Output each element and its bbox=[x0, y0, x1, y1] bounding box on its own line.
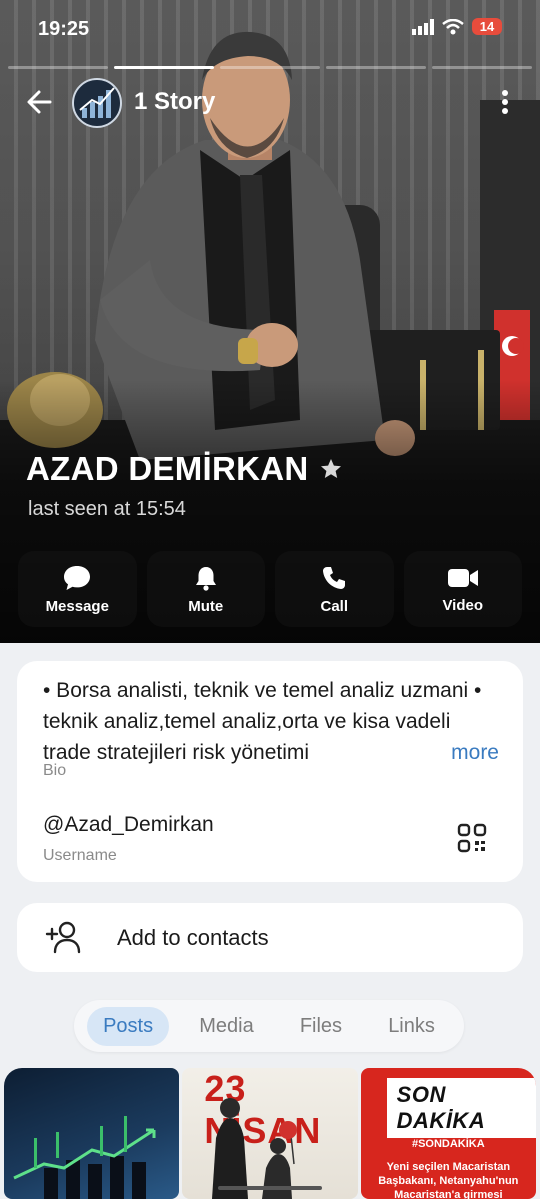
call-button-label: Call bbox=[320, 597, 348, 615]
post-thumbnail[interactable]: SON DAKİKA #SONDAKİKA Yeni seçilen Macar… bbox=[360, 1068, 536, 1199]
tab-files[interactable]: Files bbox=[284, 1007, 358, 1046]
breaking-news-badge: SON DAKİKA bbox=[386, 1078, 536, 1138]
profile-name: AZAD DEMİRKAN bbox=[26, 450, 309, 487]
post-thumbnail[interactable] bbox=[4, 1068, 180, 1199]
video-button[interactable]: Video bbox=[403, 551, 522, 627]
star-icon[interactable] bbox=[319, 457, 343, 481]
historical-photo-image bbox=[212, 1098, 298, 1199]
message-button-label: Message bbox=[45, 597, 109, 615]
mute-button-label: Mute bbox=[188, 597, 224, 615]
story-avatar[interactable] bbox=[72, 78, 122, 128]
story-progress bbox=[8, 66, 532, 69]
action-row: Message Mute Call Video bbox=[18, 551, 522, 627]
story-progress-segment bbox=[326, 66, 426, 69]
message-button[interactable]: Message bbox=[18, 551, 137, 627]
arrow-left-icon bbox=[27, 90, 52, 114]
news-hashtag: #SONDAKİKA bbox=[411, 1138, 485, 1150]
tab-media[interactable]: Media bbox=[183, 1007, 269, 1046]
bio-expand: more bbox=[389, 737, 499, 768]
more-vertical-icon bbox=[502, 90, 508, 114]
signal-icon bbox=[412, 18, 434, 35]
bio-label: Bio bbox=[43, 762, 67, 779]
battery-indicator: 14 bbox=[472, 18, 502, 35]
call-button[interactable]: Call bbox=[275, 551, 394, 627]
home-indicator bbox=[218, 1186, 322, 1190]
story-progress-segment bbox=[432, 66, 532, 69]
more-options-button[interactable] bbox=[490, 84, 520, 120]
media-tabs: Posts Media Files Links bbox=[74, 1000, 464, 1052]
post-thumbnail[interactable]: 23 NİSAN bbox=[182, 1068, 358, 1199]
username-value[interactable]: @Azad_Demirkan bbox=[43, 813, 214, 837]
bio-more-link[interactable]: more bbox=[449, 740, 499, 765]
back-button[interactable] bbox=[22, 84, 58, 120]
news-headline: Yeni seçilen Macaristan Başbakanı, Netan… bbox=[378, 1161, 519, 1199]
add-person-icon bbox=[45, 921, 81, 954]
video-button-label: Video bbox=[442, 596, 484, 614]
story-progress-segment bbox=[220, 66, 320, 69]
top-bar: 1 Story bbox=[0, 74, 540, 130]
bio-fade bbox=[389, 737, 450, 768]
username-label: Username bbox=[43, 847, 117, 864]
story-progress-segment bbox=[8, 66, 108, 69]
last-seen: last seen at 15:54 bbox=[28, 498, 186, 520]
qr-code-button[interactable] bbox=[457, 823, 487, 853]
phone-icon bbox=[323, 566, 346, 589]
qr-code-icon bbox=[457, 823, 487, 853]
mute-button[interactable]: Mute bbox=[146, 551, 265, 627]
profile-name-row: AZAD DEMİRKAN bbox=[26, 450, 343, 488]
status-icons: 14 bbox=[412, 18, 502, 35]
wifi-icon bbox=[442, 18, 464, 34]
bell-icon bbox=[195, 566, 216, 591]
video-camera-icon bbox=[447, 568, 478, 587]
tab-posts[interactable]: Posts bbox=[87, 1006, 170, 1046]
info-card: • Borsa analisti, teknik ve temel analiz… bbox=[17, 661, 523, 882]
story-progress-segment bbox=[114, 66, 214, 69]
status-time: 19:25 bbox=[38, 18, 90, 40]
tab-links[interactable]: Links bbox=[372, 1007, 451, 1046]
chat-bubble-icon bbox=[64, 565, 91, 590]
profile-hero: 19:25 14 1 Story AZAD DEMİRKAN last seen… bbox=[0, 0, 540, 643]
add-to-contacts-button[interactable]: Add to contacts bbox=[17, 903, 523, 972]
add-to-contacts-label: Add to contacts bbox=[117, 925, 269, 950]
stock-chart-image bbox=[13, 1116, 156, 1199]
story-label[interactable]: 1 Story bbox=[134, 88, 215, 116]
chart-thumbnail-icon bbox=[79, 87, 115, 118]
status-bar: 19:25 14 bbox=[0, 0, 540, 60]
posts-grid: 23 NİSAN SON DAKİKA #SONDAKİKA Yeni seçi… bbox=[4, 1068, 536, 1199]
